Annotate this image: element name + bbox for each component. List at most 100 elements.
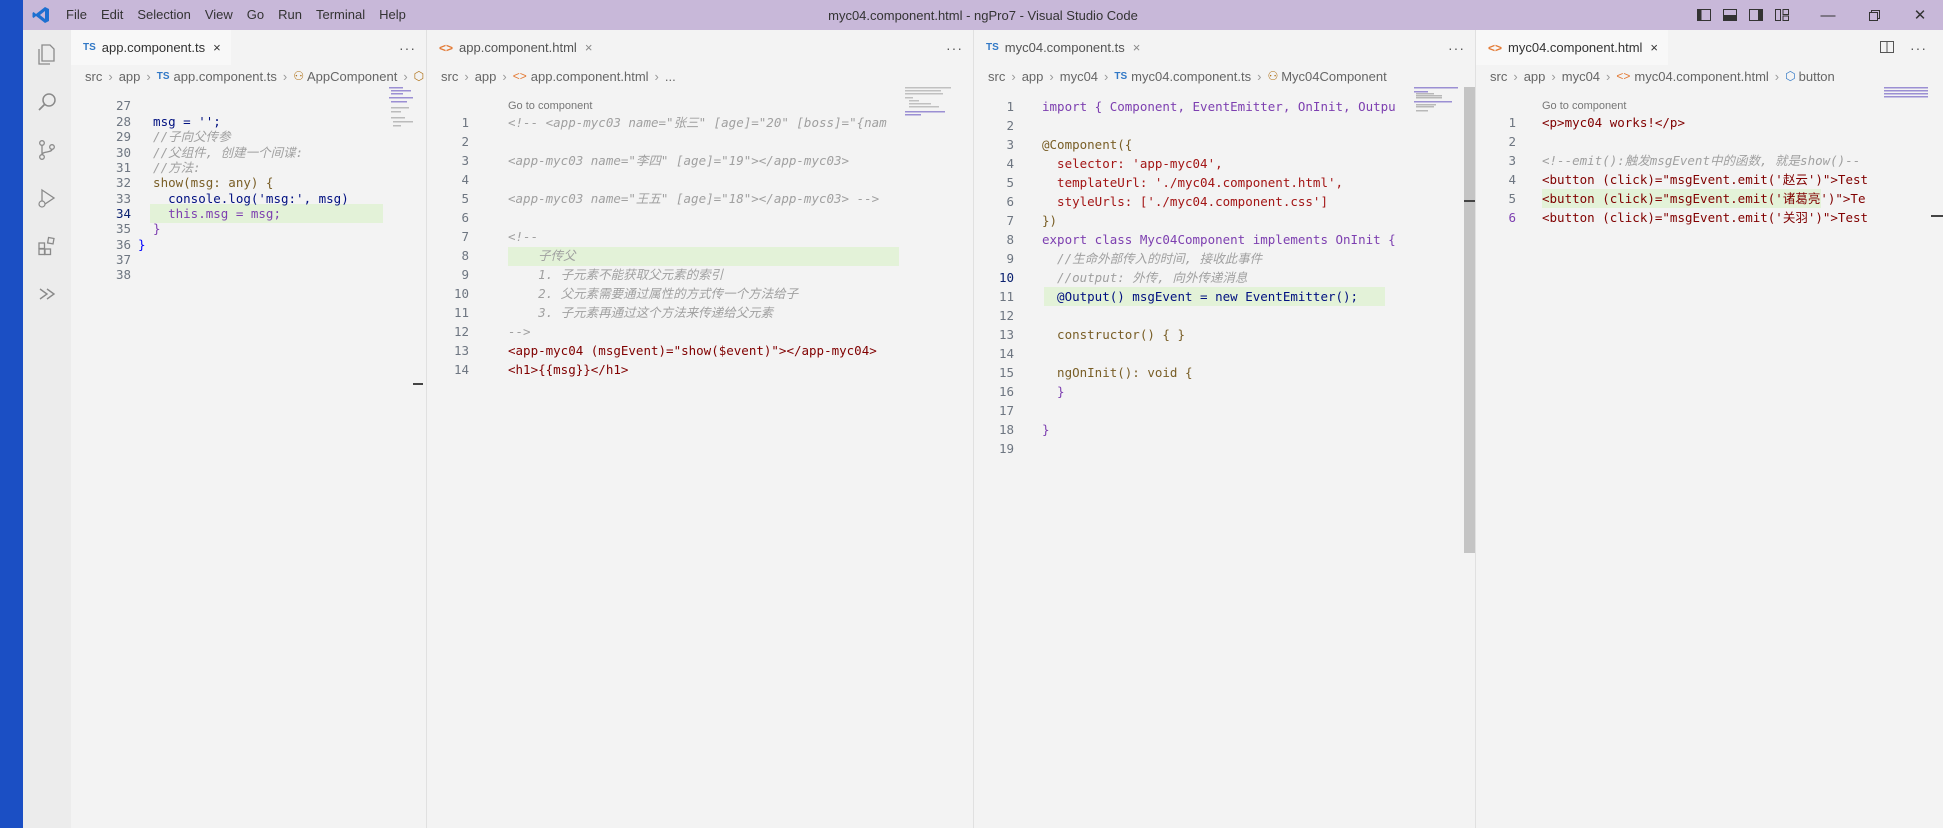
toggle-sidebar-icon[interactable]	[1691, 0, 1717, 30]
tab-myc04-component-ts[interactable]: TS myc04.component.ts ×	[974, 30, 1150, 65]
minimap[interactable]	[1884, 87, 1934, 157]
search-icon[interactable]	[23, 78, 71, 126]
go-to-component-codelens[interactable]: Go to component	[508, 100, 592, 114]
code-line: 子传父	[508, 248, 576, 263]
breadcrumb-item[interactable]: app	[475, 69, 497, 84]
breadcrumb-item[interactable]: ...	[665, 69, 676, 84]
editor-group-3: TS myc04.component.ts × ··· src › app › my…	[974, 30, 1476, 828]
breadcrumb-item[interactable]: app.component.ts	[174, 69, 277, 84]
html-file-icon: <>	[1488, 40, 1503, 55]
line-number: 8	[1006, 232, 1014, 247]
cube-symbol-icon: ⬡	[413, 69, 425, 83]
minimize-icon[interactable]: —	[1805, 0, 1851, 30]
breadcrumb-item[interactable]: app	[1022, 69, 1044, 84]
chevron-right-icon: ›	[1551, 68, 1556, 84]
code-line: <h1>{{msg}}</h1>	[508, 362, 629, 377]
code-line: 2. 父元素需要通过属性的方式传一个方法给子	[508, 286, 799, 301]
chevron-right-icon: ›	[464, 68, 469, 84]
menu-help[interactable]: Help	[372, 0, 413, 30]
editor-group-4: <> myc04.component.html × ··· src › app › …	[1476, 30, 1943, 828]
line-number: 1	[461, 115, 469, 130]
line-number: 9	[1006, 251, 1014, 266]
tab-myc04-component-html[interactable]: <> myc04.component.html ×	[1476, 30, 1669, 65]
code-line: export class Myc04Component implements O…	[1042, 232, 1396, 247]
more-actions-icon[interactable]: ···	[946, 30, 963, 65]
breadcrumb-item[interactable]: button	[1799, 69, 1835, 84]
breadcrumb-item[interactable]: src	[85, 69, 102, 84]
code-editor[interactable]: 27 28 29 30 31 32 33 34 35 36 37 38 msg …	[71, 87, 426, 828]
toggle-secondary-sidebar-icon[interactable]	[1743, 0, 1769, 30]
chevron-right-icon: ›	[1011, 68, 1016, 84]
menu-selection[interactable]: Selection	[130, 0, 197, 30]
tab-label: myc04.component.ts	[1004, 40, 1125, 55]
breadcrumb-item[interactable]: myc04.component.ts	[1131, 69, 1251, 84]
restore-icon[interactable]	[1851, 0, 1897, 30]
menu-go[interactable]: Go	[240, 0, 271, 30]
minimap[interactable]	[389, 87, 426, 157]
tab-app-component-html[interactable]: <> app.component.html ×	[427, 30, 602, 65]
breadcrumb: src › app › <> app.component.html › ...	[427, 65, 973, 87]
scrollbar-marker	[1464, 200, 1475, 202]
code-editor[interactable]: 1 2 3 4 5 6 7 8 9 10 11 12 13 14 15 16 1…	[974, 87, 1475, 828]
close-tab-icon[interactable]: ×	[585, 40, 593, 55]
close-window-icon[interactable]: ✕	[1897, 0, 1943, 30]
customize-layout-icon[interactable]	[1769, 0, 1795, 30]
breadcrumb-item[interactable]: src	[441, 69, 458, 84]
close-tab-icon[interactable]: ×	[213, 40, 221, 55]
menu-edit[interactable]: Edit	[94, 0, 130, 30]
chevron-right-icon: ›	[1774, 68, 1780, 84]
code-line: selector: 'app-myc04',	[1042, 156, 1223, 171]
breadcrumb-item[interactable]: myc04.component.html	[1634, 69, 1768, 84]
line-number: 4	[461, 172, 469, 187]
code-line: }	[1042, 422, 1050, 437]
breadcrumb-item[interactable]: AppComponent	[307, 69, 397, 84]
code-line: <app-myc04 (msgEvent)="show($event)"></a…	[508, 343, 877, 358]
tab-app-component-ts[interactable]: TS app.component.ts ×	[71, 30, 231, 65]
more-actions-icon[interactable]: ···	[1448, 30, 1465, 65]
scrollbar[interactable]	[1464, 87, 1475, 553]
split-editor-icon[interactable]	[1880, 40, 1894, 56]
remote-icon[interactable]	[23, 270, 71, 318]
line-number: 16	[998, 384, 1014, 399]
menu-view[interactable]: View	[198, 0, 240, 30]
more-actions-icon[interactable]: ···	[399, 30, 416, 65]
element-symbol-icon: ⬡	[1785, 69, 1796, 83]
line-number: 11	[453, 305, 469, 320]
source-control-icon[interactable]	[23, 126, 71, 174]
typescript-file-icon: TS	[986, 42, 999, 53]
go-to-component-codelens[interactable]: Go to component	[1542, 100, 1626, 114]
menu-run[interactable]: Run	[271, 0, 309, 30]
more-actions-icon[interactable]: ···	[1910, 40, 1927, 56]
line-number: 11	[998, 289, 1014, 304]
minimap[interactable]	[1414, 87, 1464, 157]
breadcrumb-item[interactable]: src	[988, 69, 1005, 84]
code-editor[interactable]: Go to component 1 2 3 4 5 6 <p>myc04 wor…	[1476, 87, 1943, 828]
extensions-icon[interactable]	[23, 222, 71, 270]
scrollbar-marker	[1931, 215, 1943, 217]
explorer-icon[interactable]	[23, 30, 71, 78]
toggle-panel-icon[interactable]	[1717, 0, 1743, 30]
minimap[interactable]	[905, 87, 955, 157]
breadcrumb-item[interactable]: app.component.html	[531, 69, 649, 84]
breadcrumb-item[interactable]: app	[1524, 69, 1546, 84]
breadcrumb-item[interactable]: myc04	[1562, 69, 1600, 84]
chevron-right-icon: ›	[1606, 68, 1611, 84]
scrollbar[interactable]	[413, 383, 423, 385]
breadcrumb-item[interactable]: myc04	[1060, 69, 1098, 84]
desktop-edge-strip	[0, 0, 23, 828]
menu-file[interactable]: File	[59, 0, 94, 30]
line-number: 6	[1006, 194, 1014, 209]
breadcrumb-item[interactable]: src	[1490, 69, 1507, 84]
code-editor[interactable]: Go to component 1 2 3 4 5 6 7 8 9 10 11 …	[427, 87, 973, 828]
line-number: 4	[1006, 156, 1014, 171]
close-tab-icon[interactable]: ×	[1650, 40, 1658, 55]
tab-bar: TS app.component.ts × ···	[71, 30, 426, 65]
menu-terminal[interactable]: Terminal	[309, 0, 372, 30]
breadcrumb-item[interactable]: app	[119, 69, 141, 84]
line-number: 3	[461, 153, 469, 168]
chevron-right-icon: ›	[146, 68, 151, 84]
breadcrumb-item[interactable]: Myc04Component	[1281, 69, 1387, 84]
line-number: 10	[453, 286, 469, 301]
run-debug-icon[interactable]	[23, 174, 71, 222]
close-tab-icon[interactable]: ×	[1133, 40, 1141, 55]
